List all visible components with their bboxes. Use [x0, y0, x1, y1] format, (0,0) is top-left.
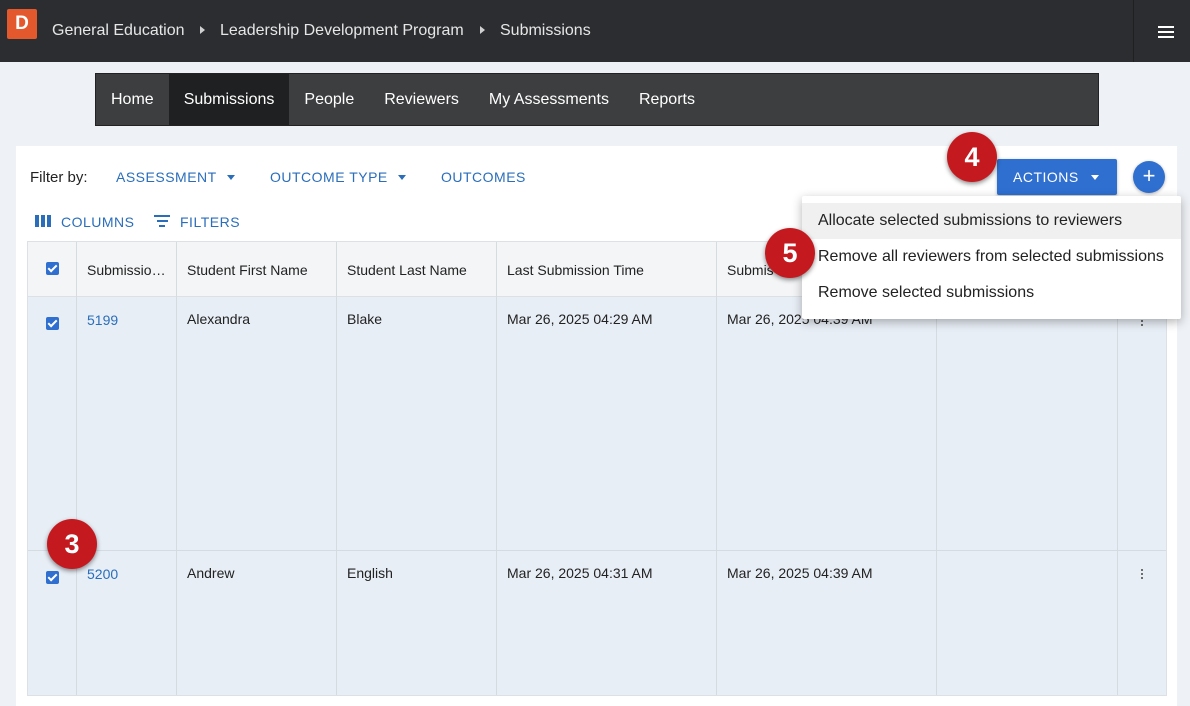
step-badge-5: 5 [765, 228, 815, 278]
nav-my-assessments[interactable]: My Assessments [474, 74, 624, 125]
outcome-type-filter-label: OUTCOME TYPE [270, 169, 388, 185]
column-header-last-submission-time[interactable]: Last Submission Time [507, 262, 644, 278]
menu-item-remove-submissions[interactable]: Remove selected submissions [802, 275, 1181, 311]
outcomes-filter-button[interactable]: OUTCOMES [441, 169, 526, 185]
submission-id-link[interactable]: 5199 [87, 312, 118, 328]
caret-down-icon [397, 174, 406, 180]
breadcrumb-general-education[interactable]: General Education [52, 22, 185, 40]
last-submission-time: Mar 26, 2025 04:31 AM [507, 565, 653, 581]
column-divider [336, 242, 337, 695]
hamburger-menu-icon [1158, 26, 1174, 38]
actions-button-label: ACTIONS [1013, 169, 1079, 185]
columns-icon [35, 215, 51, 227]
student-last-name: Blake [347, 311, 383, 327]
breadcrumb-program[interactable]: Leadership Development Program [220, 22, 464, 40]
assessment-filter-dropdown[interactable]: ASSESSMENT [116, 169, 235, 185]
columns-button[interactable]: COLUMNS [61, 214, 135, 230]
submission-id-link[interactable]: 5200 [87, 566, 118, 582]
actions-button[interactable]: ACTIONS [997, 159, 1117, 195]
nav-reviewers[interactable]: Reviewers [369, 74, 474, 125]
column-header-submission-id[interactable]: Submissio… [87, 262, 171, 278]
row-divider [28, 550, 1166, 551]
assessment-filter-label: ASSESSMENT [116, 169, 217, 185]
column-divider [76, 242, 77, 695]
breadcrumb-submissions: Submissions [500, 22, 591, 39]
add-button[interactable]: + [1133, 161, 1165, 193]
student-last-name: English [347, 565, 393, 581]
row-checkbox[interactable] [46, 571, 59, 584]
nav-submissions[interactable]: Submissions [168, 74, 290, 125]
caret-down-icon [226, 174, 235, 180]
last-submission-time: Mar 26, 2025 04:29 AM [507, 311, 653, 327]
column-divider [176, 242, 177, 695]
caret-down-icon [1091, 175, 1099, 180]
nav-reports[interactable]: Reports [624, 74, 710, 125]
row-more-options-icon[interactable] [1140, 569, 1144, 583]
breadcrumb-separator-icon [200, 26, 205, 34]
breadcrumb-separator-icon [480, 26, 485, 34]
column-divider [496, 242, 497, 695]
app-logo[interactable]: D [7, 9, 37, 39]
submission-time: Mar 26, 2025 04:39 AM [727, 565, 873, 581]
filter-by-label: Filter by: [30, 169, 88, 186]
actions-menu: Allocate selected submissions to reviewe… [802, 196, 1181, 319]
row-checkbox[interactable] [46, 317, 59, 330]
top-bar: D General Education Leadership Developme… [0, 0, 1190, 62]
column-header-first-name[interactable]: Student First Name [187, 262, 308, 278]
nav-people[interactable]: People [289, 74, 369, 125]
nav-home[interactable]: Home [96, 74, 169, 125]
menu-item-remove-all-reviewers[interactable]: Remove all reviewers from selected submi… [802, 239, 1181, 275]
filters-button[interactable]: FILTERS [180, 214, 240, 230]
column-header-submission-time[interactable]: Submis [727, 262, 774, 278]
menu-item-allocate-reviewers[interactable]: Allocate selected submissions to reviewe… [802, 203, 1181, 239]
main-nav: Home Submissions People Reviewers My Ass… [95, 73, 1099, 126]
outcome-type-filter-dropdown[interactable]: OUTCOME TYPE [270, 169, 406, 185]
step-badge-3: 3 [47, 519, 97, 569]
menu-button[interactable] [1133, 0, 1190, 62]
filter-list-icon [154, 215, 170, 227]
step-badge-4: 4 [947, 132, 997, 182]
select-all-checkbox[interactable] [46, 262, 59, 275]
column-divider [716, 242, 717, 695]
column-header-last-name[interactable]: Student Last Name [347, 262, 467, 278]
student-first-name: Andrew [187, 565, 235, 581]
student-first-name: Alexandra [187, 311, 251, 327]
